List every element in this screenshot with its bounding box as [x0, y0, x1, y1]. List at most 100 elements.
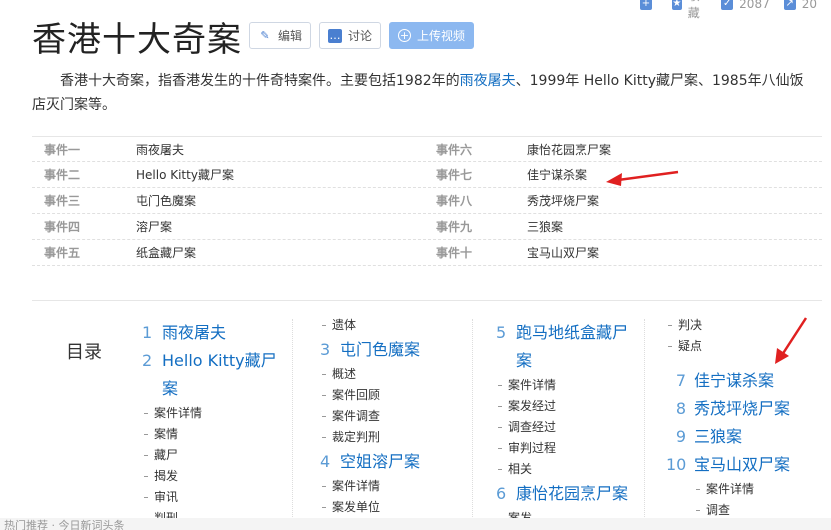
toc-column-4: 判决 疑点 7 佳宁谋杀案 8 秀茂坪烧尸案 9 三狼案 10 宝马山双尸案 案件详情 …: [666, 315, 826, 521]
event-key: 事件九: [436, 220, 473, 234]
like-count: 2087: [739, 0, 770, 11]
toc-divider: [644, 319, 645, 530]
toc-subitem[interactable]: 案件详情: [142, 403, 302, 424]
toc-column-1: 1雨夜屠夫 2Hello Kitty藏尸案 案件详情 案情 藏尸 揭发 审讯 判…: [142, 319, 302, 529]
table-row: 事件三 屯门色魔案 事件八 秀茂坪烧尸案: [32, 188, 822, 214]
toc-num: 5: [496, 323, 507, 342]
event-key: 事件一: [44, 142, 81, 157]
edit-button[interactable]: ✎ 编辑: [249, 22, 311, 49]
pencil-icon: ✎: [260, 28, 270, 42]
event-value: 溶尸案: [136, 220, 173, 234]
summary: 香港十大奇案，指香港发生的十件奇特案件。主要包括1982年的雨夜屠夫、1999年…: [32, 69, 812, 117]
edit-label: 编辑: [278, 29, 303, 43]
toc-subitem[interactable]: 调查经过: [496, 417, 656, 438]
event-value: 屯门色魔案: [136, 194, 197, 208]
toc-item[interactable]: 4 空姐溶尸案: [320, 448, 480, 476]
toc-subitem[interactable]: 案发单位: [320, 497, 480, 518]
toc-subitem[interactable]: 案件回顾: [320, 385, 480, 406]
toc-text: 秀茂坪烧尸案: [694, 399, 791, 418]
toc-item[interactable]: 6 康怡花园烹尸案: [496, 480, 656, 508]
toc-label: 目录: [66, 342, 102, 363]
toc-subitem[interactable]: 审讯: [142, 487, 302, 508]
toc-item[interactable]: 5 跑马地纸盒藏尸案: [496, 319, 656, 375]
toc-subitem[interactable]: 判决: [666, 315, 826, 336]
toc-divider: [472, 319, 473, 530]
toc-text: 宝马山双尸案: [694, 455, 791, 474]
plus-icon: +: [640, 0, 652, 10]
collect-label: 收藏: [687, 0, 700, 20]
share-count: 20: [801, 0, 817, 11]
event-key: 事件五: [44, 246, 81, 260]
toc-subitem[interactable]: 案件详情: [320, 476, 480, 497]
event-value: 纸盒藏尸案: [136, 246, 197, 260]
summary-link[interactable]: 雨夜屠夫: [460, 73, 516, 89]
toc-num: 4: [320, 452, 331, 471]
collect-button[interactable]: ★ 收藏: [672, 0, 707, 21]
toc-text-line: 案: [162, 379, 179, 398]
toc-text: 康怡花园烹尸案: [516, 484, 629, 503]
table-row: 事件四 溶尸案 事件九 三狼案: [32, 214, 822, 240]
discuss-button[interactable]: … 讨论: [319, 22, 381, 49]
like-button[interactable]: ✓ 2087: [721, 0, 770, 11]
toc-num: 9: [675, 427, 686, 446]
event-value: 三狼案: [527, 220, 564, 234]
toc-item[interactable]: 9 三狼案: [666, 423, 826, 451]
discuss-label: 讨论: [348, 29, 373, 43]
event-key: 事件六: [436, 142, 473, 157]
toc-text: Hello Kitty藏尸案: [162, 347, 302, 403]
event-key: 事件十: [436, 246, 473, 260]
table-row: 事件五 纸盒藏尸案 事件十 宝马山双尸案: [32, 240, 822, 266]
toc-subitem[interactable]: 审判过程: [496, 438, 656, 459]
toc-item[interactable]: 1 雨夜屠夫: [142, 319, 302, 347]
toc-subitem[interactable]: 案件详情: [694, 479, 826, 500]
event-key: 事件七: [436, 168, 473, 182]
thumbs-up-icon: ✓: [721, 0, 734, 10]
share-button[interactable]: ↗ 20: [783, 0, 817, 11]
toc-num: 2: [142, 351, 153, 370]
event-value: 宝马山双尸案: [527, 246, 600, 260]
events-table: 事件一 雨夜屠夫 事件六 康怡花园烹尸案 事件二 Hello Kitty藏尸案 事件七…: [32, 136, 822, 266]
event-key: 事件二: [44, 168, 81, 182]
toc-subitem[interactable]: 案件调查: [320, 406, 480, 427]
toc-subitem[interactable]: 揭发: [142, 466, 302, 487]
toc-item[interactable]: 3 屯门色魔案: [320, 336, 480, 364]
event-value: Hello Kitty藏尸案: [136, 168, 234, 182]
share-icon: ↗: [783, 0, 796, 10]
event-key: 事件四: [44, 220, 81, 234]
toc-subitem[interactable]: 疑点: [666, 336, 826, 357]
table-of-contents: 目录 1 雨夜屠夫 2 Hello Kitty藏尸案 案件详情 案情 藏尸 揭发 审…: [32, 300, 822, 530]
summary-text-1: 香港十大奇案，指香港发生的十件奇特案件。主要包括1982年的: [60, 73, 460, 89]
toc-subitem[interactable]: 遗体: [320, 315, 480, 336]
toc-subitem[interactable]: 案件详情: [496, 375, 656, 396]
toc-text: 屯门色魔案: [340, 340, 421, 359]
toc-subitem[interactable]: 案发经过: [496, 396, 656, 417]
toc-item[interactable]: 2 Hello Kitty藏尸案: [142, 347, 302, 403]
stats-bar: + ★ 收藏 ✓ 2087 ↗ 20: [640, 0, 831, 20]
toc-item[interactable]: 8 秀茂坪烧尸案: [666, 395, 826, 423]
toc-num: 10: [666, 455, 687, 474]
toc-num: 3: [320, 340, 331, 359]
toc-subitem[interactable]: 案情: [142, 424, 302, 445]
toc-num: 7: [675, 371, 686, 390]
toc-subitem[interactable]: 藏尸: [142, 445, 302, 466]
toc-text: 空姐溶尸案: [340, 452, 421, 471]
toc-subitem[interactable]: 裁定判刑: [320, 427, 480, 448]
event-value: 康怡花园烹尸案: [527, 142, 612, 157]
event-key: 事件八: [436, 194, 473, 208]
toc-num: 6: [496, 484, 507, 503]
event-value: 雨夜屠夫: [136, 142, 185, 157]
star-icon: ★: [672, 0, 682, 10]
toc-subitem[interactable]: 相关: [496, 459, 656, 480]
upload-video-button[interactable]: + 上传视频: [389, 22, 474, 49]
toc-num: 1: [142, 323, 153, 342]
toc-column-2: 遗体 3 屯门色魔案 概述 案件回顾 案件调查 裁定判刑 4 空姐溶尸案 案件详情 …: [320, 315, 480, 518]
toc-divider: [292, 319, 293, 530]
toc-text: 佳宁谋杀案: [694, 371, 775, 390]
toc-subitem[interactable]: 概述: [320, 364, 480, 385]
toc-text: 雨夜屠夫: [162, 323, 227, 342]
toc-item[interactable]: 10 宝马山双尸案: [666, 451, 826, 479]
add-stat[interactable]: +: [640, 0, 658, 10]
event-key: 事件三: [44, 194, 81, 208]
toc-item[interactable]: 7 佳宁谋杀案: [666, 367, 826, 395]
toc-column-3: 5 跑马地纸盒藏尸案 案件详情 案发经过 调查经过 审判过程 相关 6 康怡花园烹尸…: [496, 319, 656, 529]
